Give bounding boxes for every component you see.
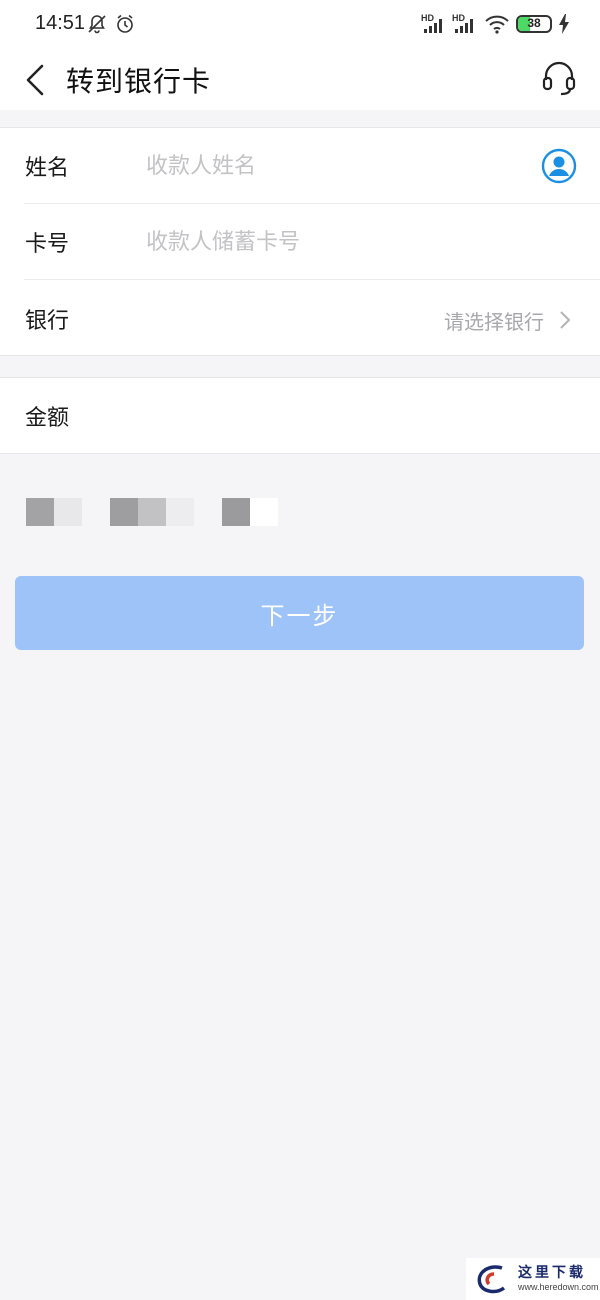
charging-icon bbox=[559, 14, 569, 34]
page-title: 转到银行卡 bbox=[66, 65, 212, 98]
next-step-button[interactable]: 下一步 bbox=[15, 576, 584, 650]
battery-level: 38 bbox=[527, 16, 541, 30]
watermark-logo bbox=[477, 1265, 506, 1294]
amount-label: 金额 bbox=[25, 406, 70, 431]
signal-icon bbox=[455, 19, 473, 33]
name-input[interactable] bbox=[146, 146, 526, 186]
card-number-input[interactable] bbox=[146, 222, 526, 262]
header: 转到银行卡 bbox=[0, 50, 600, 110]
mosaic-block bbox=[138, 498, 166, 526]
watermark: 这里下载 www.heredown.com bbox=[466, 1258, 600, 1300]
status-time: 14:51 bbox=[35, 12, 86, 34]
amount-row: 金额 bbox=[0, 378, 600, 454]
bank-row[interactable]: 银行 请选择银行 bbox=[0, 281, 600, 357]
bank-select[interactable]: 请选择银行 bbox=[444, 303, 572, 337]
name-label: 姓名 bbox=[25, 156, 70, 181]
alarm-icon bbox=[117, 14, 133, 33]
amount-input[interactable] bbox=[146, 396, 526, 436]
bank-select-placeholder: 请选择银行 bbox=[444, 309, 544, 334]
pixelated-content bbox=[26, 498, 286, 528]
chevron-left-icon[interactable] bbox=[22, 62, 52, 98]
amount-form-card: 金额 bbox=[0, 377, 600, 454]
contact-person-icon[interactable] bbox=[541, 148, 577, 184]
mosaic-block bbox=[54, 498, 82, 526]
battery-icon: 38 bbox=[516, 15, 552, 33]
mosaic-block bbox=[166, 498, 194, 526]
watermark-text: 这里下载 bbox=[518, 1265, 586, 1281]
divider bbox=[24, 279, 600, 280]
recipient-form-card: 姓名 卡号 银行 请选择银行 bbox=[0, 127, 600, 356]
bank-label: 银行 bbox=[25, 309, 70, 334]
headset-icon[interactable] bbox=[540, 58, 578, 98]
card-number-row: 卡号 bbox=[0, 204, 600, 280]
mosaic-block bbox=[110, 498, 138, 526]
signal-icon bbox=[424, 19, 442, 33]
name-row: 姓名 bbox=[0, 128, 600, 204]
mute-bell-icon bbox=[88, 15, 106, 34]
mosaic-block bbox=[222, 498, 250, 526]
mosaic-block bbox=[250, 498, 278, 526]
wifi-icon bbox=[485, 15, 509, 34]
mosaic-block bbox=[26, 498, 54, 526]
chevron-right-icon bbox=[560, 311, 571, 329]
card-number-label: 卡号 bbox=[25, 232, 70, 257]
watermark-url: www.heredown.com bbox=[518, 1282, 599, 1292]
status-bar: 14:51 HD HD 38 bbox=[0, 0, 600, 50]
